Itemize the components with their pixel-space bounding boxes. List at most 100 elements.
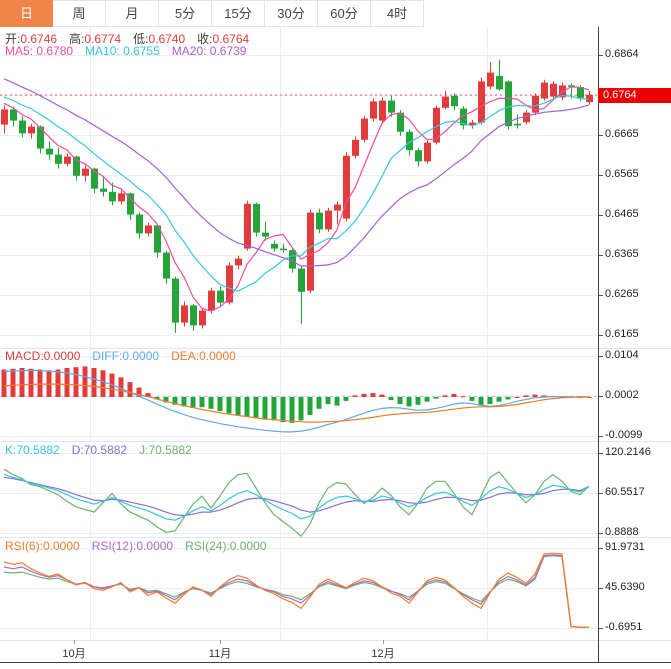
macd-bar (209, 397, 214, 409)
macd-bar (452, 394, 457, 397)
tab-timeframe-7[interactable]: 4时 (371, 0, 424, 27)
candle-body (262, 233, 269, 237)
axis-line-bottom (0, 662, 671, 663)
candle-body (64, 157, 71, 164)
candle-body (199, 311, 206, 326)
candle-body (136, 215, 143, 234)
macd-bar (281, 397, 286, 422)
tab-timeframe-1[interactable]: 周 (53, 0, 106, 27)
candle-body (316, 213, 323, 230)
tab-timeframe-0[interactable]: 日 (0, 0, 53, 27)
candle-body (28, 127, 35, 134)
macd-bar (29, 369, 34, 397)
candle-body (289, 250, 296, 268)
candle-body (244, 204, 251, 249)
y-axis-tick (599, 335, 603, 336)
main-chart-plot[interactable] (0, 27, 598, 348)
candle-body (1, 109, 8, 124)
candle-body (550, 84, 557, 97)
tab-timeframe-6[interactable]: 60分 (318, 0, 371, 27)
candle-body (361, 119, 368, 140)
kdj-header-item: D:70.5882 (72, 443, 127, 457)
kdj-header: K:70.5882D:70.5882J:70.5882 (5, 443, 204, 457)
y-axis-tick (599, 135, 603, 136)
y-axis-tick-label: 0.0002 (605, 389, 639, 401)
macd-bar (497, 397, 502, 402)
macd-bar (443, 395, 448, 397)
ma10-line (4, 96, 589, 292)
trading-chart-app: 日周月5分15分30分60分4时 0.68640.66650.65650.646… (0, 0, 671, 669)
macd-bar (227, 397, 232, 414)
rsi-header-item: RSI(12):0.0000 (92, 539, 173, 553)
candle-body (100, 189, 107, 192)
panel-separator (0, 441, 671, 442)
y-axis-tick (599, 628, 603, 629)
candle-body (451, 96, 458, 106)
candle-body (514, 124, 521, 126)
candle-body (217, 291, 224, 303)
y-axis-tick-label: -0.6951 (605, 621, 642, 633)
tab-timeframe-2[interactable]: 月 (106, 0, 159, 27)
macd-bar (470, 397, 475, 401)
macd-bar (263, 397, 268, 420)
tab-timeframe-5[interactable]: 30分 (265, 0, 318, 27)
macd-bar (254, 397, 259, 418)
candle-body (370, 101, 377, 118)
y-axis-tick-label: -0.0099 (605, 429, 642, 441)
ma-info-row: MA5: 0.6780 MA10: 0.6755 MA20: 0.6739 (5, 44, 258, 58)
macd-bar (362, 394, 367, 397)
ma-info-row-item: MA5: 0.6780 (5, 44, 73, 58)
candle-body (145, 225, 152, 233)
y-axis-tick (599, 55, 603, 56)
d-line (4, 477, 589, 515)
rsi6-line (4, 553, 589, 627)
rsi24-line (4, 556, 589, 628)
y-axis-tick (599, 255, 603, 256)
macd-bar (425, 397, 430, 402)
macd-bar (83, 366, 88, 397)
y-axis-tick-label: 120.2146 (605, 446, 651, 458)
candle-body (496, 76, 503, 90)
candle-body (523, 113, 530, 123)
macd-bar (74, 367, 79, 397)
y-axis-tick-label: 0.6864 (605, 48, 639, 60)
ma-info-row-item: MA10: 0.6755 (85, 44, 160, 58)
month-tick (383, 640, 384, 644)
month-tick (74, 640, 75, 644)
month-label: 11月 (198, 645, 242, 661)
candle-body (226, 265, 233, 302)
macd-header: MACD:0.0000DIFF:0.0000DEA:0.0000 (5, 349, 248, 363)
macd-bar (218, 397, 223, 411)
kdj-header-item: K:70.5882 (5, 443, 60, 457)
y-axis-tick (599, 356, 603, 357)
ma-info-row-item: MA20: 0.6739 (172, 44, 247, 58)
y-axis-tick-label: 0.0104 (605, 349, 639, 361)
y-axis-tick (599, 436, 603, 437)
candle-body (352, 140, 359, 156)
macd-bar (20, 368, 25, 397)
macd-bar (290, 397, 295, 423)
macd-bar (353, 395, 358, 397)
candle-body (10, 109, 17, 120)
y-axis-tick (599, 548, 603, 549)
timeframe-toolbar: 日周月5分15分30分60分4时 (0, 0, 671, 27)
current-price-badge: 0.6764 (598, 88, 671, 103)
j-line (4, 469, 589, 536)
macd-bar (245, 397, 250, 417)
rsi-header-item: RSI(24):0.0000 (185, 539, 266, 553)
tab-timeframe-3[interactable]: 5分 (159, 0, 212, 27)
y-axis-tick (599, 215, 603, 216)
candle-body (487, 73, 494, 87)
macd-bar (299, 397, 304, 421)
y-axis-tick (599, 493, 603, 494)
macd-bar (2, 370, 7, 398)
y-axis-tick-label: 91.9731 (605, 541, 645, 553)
ma5-line (4, 87, 589, 311)
candle-body (325, 211, 332, 230)
month-label: 10月 (52, 645, 96, 661)
macd-bar (533, 395, 538, 397)
candle-body (334, 205, 341, 211)
candle-body (271, 244, 278, 249)
tab-timeframe-4[interactable]: 15分 (212, 0, 265, 27)
macd-bar (317, 397, 322, 409)
